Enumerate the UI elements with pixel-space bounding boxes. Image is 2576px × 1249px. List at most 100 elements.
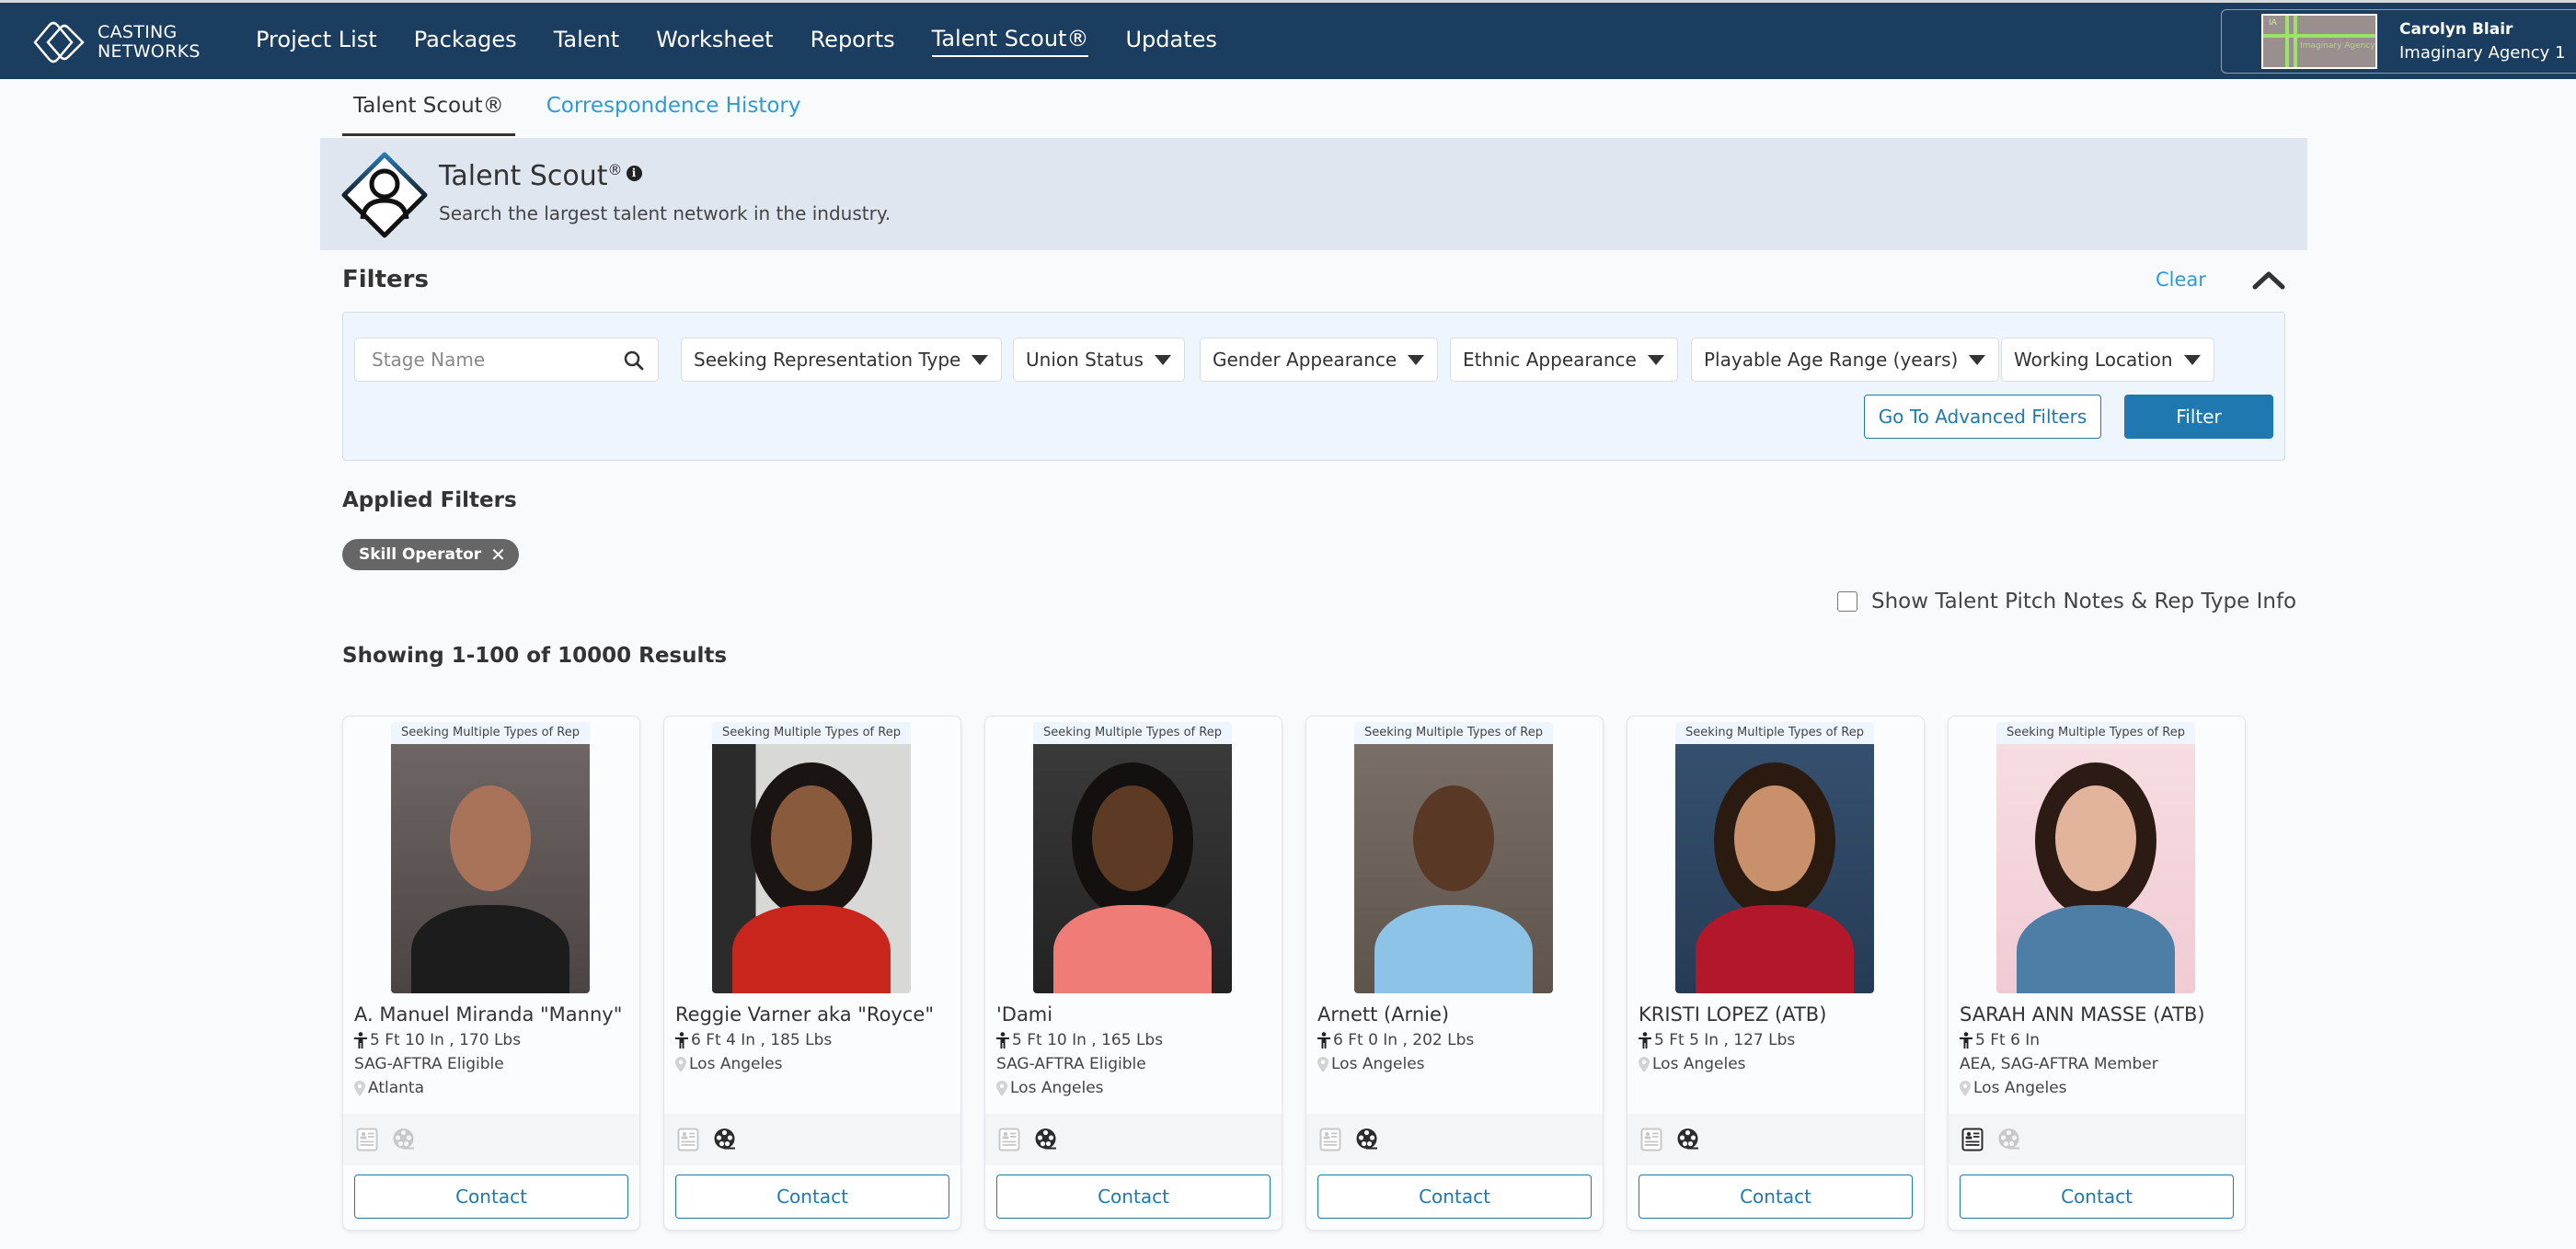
- working-location-dropdown[interactable]: Working Location: [2001, 338, 2214, 382]
- resume-icon: [677, 1128, 699, 1152]
- talent-headshot[interactable]: [391, 744, 590, 993]
- film-reel-icon[interactable]: [714, 1128, 736, 1152]
- talent-name[interactable]: KRISTI LOPEZ (ATB): [1639, 1003, 1916, 1026]
- talent-headshot[interactable]: [1354, 744, 1553, 993]
- casting-networks-logo[interactable]: CASTING NETWORKS: [31, 19, 201, 65]
- talent-location: Los Angeles: [1639, 1055, 1916, 1073]
- playable-age-range-dropdown[interactable]: Playable Age Range (years): [1691, 338, 2000, 382]
- info-icon[interactable]: i: [626, 166, 642, 181]
- close-icon[interactable]: ✕: [490, 544, 506, 566]
- chevron-up-icon[interactable]: [2250, 266, 2287, 293]
- seeking-representation-type-dropdown[interactable]: Seeking Representation Type: [681, 338, 1003, 382]
- nav-reports[interactable]: Reports: [811, 27, 895, 56]
- talent-photo-frame[interactable]: Seeking Multiple Types of Rep: [1354, 722, 1553, 993]
- talent-photo-frame[interactable]: Seeking Multiple Types of Rep: [1033, 722, 1232, 993]
- resume-icon: [356, 1128, 378, 1152]
- resume-icon: [1319, 1128, 1341, 1152]
- caret-down-icon: [1154, 354, 1171, 365]
- headshot-body: [1374, 905, 1533, 993]
- talent-card[interactable]: Seeking Multiple Types of Rep Arnett (Ar…: [1305, 716, 1604, 1231]
- talent-card[interactable]: Seeking Multiple Types of Rep KRISTI LOP…: [1627, 716, 1925, 1231]
- headshot-face: [1734, 785, 1815, 891]
- location-pin-icon: [1960, 1080, 1971, 1096]
- film-reel-icon[interactable]: [1356, 1128, 1378, 1152]
- resume-icon: [1640, 1128, 1662, 1152]
- media-bar: [1949, 1114, 2245, 1165]
- talent-name[interactable]: A. Manuel Miranda "Manny": [354, 1003, 632, 1026]
- talent-name[interactable]: Arnett (Arnie): [1317, 1003, 1595, 1026]
- film-reel-icon[interactable]: [1677, 1128, 1699, 1152]
- media-bar: [343, 1114, 639, 1165]
- contact-button[interactable]: Contact: [354, 1175, 628, 1219]
- clear-filters-link[interactable]: Clear: [2156, 269, 2206, 291]
- headshot-face: [2055, 785, 2136, 891]
- contact-button[interactable]: Contact: [1960, 1175, 2234, 1219]
- filter-button[interactable]: Filter: [2124, 395, 2273, 439]
- nav-updates[interactable]: Updates: [1125, 27, 1216, 56]
- person-icon: [1317, 1032, 1330, 1048]
- talent-location: Los Angeles: [1317, 1055, 1595, 1073]
- talent-photo-frame[interactable]: Seeking Multiple Types of Rep: [391, 722, 590, 993]
- talent-location: Los Angeles: [1960, 1079, 2237, 1097]
- dropdown-label: Working Location: [2014, 349, 2173, 371]
- talent-stats: 5 Ft 10 In , 170 Lbs: [354, 1031, 632, 1049]
- talent-headshot[interactable]: [1996, 744, 2195, 993]
- talent-name[interactable]: 'Dami: [996, 1003, 1274, 1026]
- stage-name-search[interactable]: [354, 338, 659, 382]
- nav-worksheet[interactable]: Worksheet: [656, 27, 773, 56]
- search-icon[interactable]: [623, 349, 645, 372]
- logo-line-1: CASTING: [98, 22, 178, 42]
- talent-location: Los Angeles: [996, 1079, 1274, 1097]
- union-status-dropdown[interactable]: Union Status: [1013, 338, 1185, 382]
- talent-name[interactable]: Reggie Varner aka "Royce": [675, 1003, 953, 1026]
- advanced-filters-button[interactable]: Go To Advanced Filters: [1864, 395, 2101, 439]
- page-title-text: Talent Scout: [439, 160, 608, 192]
- nav-packages[interactable]: Packages: [414, 27, 517, 56]
- talent-headshot[interactable]: [1033, 744, 1232, 993]
- talent-stats: 5 Ft 10 In , 165 Lbs: [996, 1031, 1274, 1049]
- registered-mark: ®: [607, 161, 623, 178]
- contact-button[interactable]: Contact: [675, 1175, 949, 1219]
- logo-line-2: NETWORKS: [98, 41, 201, 62]
- applied-filter-chip[interactable]: Skill Operator ✕: [342, 539, 519, 570]
- account-menu[interactable]: IA Imaginary Agency Carolyn Blair Imagin…: [2221, 9, 2576, 74]
- dropdown-label: Playable Age Range (years): [1704, 349, 1959, 371]
- pitch-notes-checkbox[interactable]: [1837, 591, 1857, 612]
- nav-project-list[interactable]: Project List: [256, 27, 377, 56]
- talent-location: Los Angeles: [675, 1055, 953, 1073]
- nav-talent[interactable]: Talent: [554, 27, 619, 56]
- gender-appearance-dropdown[interactable]: Gender Appearance: [1200, 338, 1439, 382]
- talent-headshot[interactable]: [712, 744, 911, 993]
- logo-diamond-icon: [33, 21, 85, 63]
- talent-photo-frame[interactable]: Seeking Multiple Types of Rep: [712, 722, 911, 993]
- rep-type-label: Seeking Multiple Types of Rep: [391, 722, 590, 744]
- talent-name[interactable]: SARAH ANN MASSE (ATB): [1960, 1003, 2237, 1026]
- talent-card[interactable]: Seeking Multiple Types of Rep 'Dami 5 Ft…: [984, 716, 1282, 1231]
- talent-card[interactable]: Seeking Multiple Types of Rep SARAH ANN …: [1948, 716, 2246, 1231]
- talent-headshot[interactable]: [1675, 744, 1874, 993]
- talent-photo-frame[interactable]: Seeking Multiple Types of Rep: [1996, 722, 2195, 993]
- headshot-body: [411, 905, 569, 993]
- contact-button[interactable]: Contact: [1317, 1175, 1592, 1219]
- agency-logo-initials: IA: [2269, 18, 2277, 28]
- pitch-notes-label: Show Talent Pitch Notes & Rep Type Info: [1871, 590, 2297, 613]
- pitch-notes-toggle[interactable]: Show Talent Pitch Notes & Rep Type Info: [1837, 590, 2296, 613]
- media-bar: [985, 1114, 1282, 1165]
- contact-button[interactable]: Contact: [1639, 1175, 1913, 1219]
- talent-photo-frame[interactable]: Seeking Multiple Types of Rep: [1675, 722, 1874, 993]
- tab-talent-scout[interactable]: Talent Scout®: [342, 88, 515, 136]
- talent-card[interactable]: Seeking Multiple Types of Rep Reggie Var…: [663, 716, 961, 1231]
- contact-button[interactable]: Contact: [996, 1175, 1271, 1219]
- stage-name-input[interactable]: [355, 349, 604, 371]
- ethnic-appearance-dropdown[interactable]: Ethnic Appearance: [1450, 338, 1678, 382]
- talent-stats: 5 Ft 5 In , 127 Lbs: [1639, 1031, 1916, 1049]
- page-title: Talent Scout® i: [439, 160, 642, 192]
- talent-card[interactable]: Seeking Multiple Types of Rep A. Manuel …: [342, 716, 640, 1231]
- resume-icon[interactable]: [1961, 1128, 1984, 1152]
- film-reel-icon[interactable]: [1035, 1128, 1057, 1152]
- headshot-face: [1413, 785, 1494, 891]
- talent-union: SAG-AFTRA Eligible: [354, 1055, 504, 1073]
- nav-talent-scout[interactable]: Talent Scout®: [931, 26, 1089, 57]
- talent-location: Atlanta: [354, 1079, 632, 1097]
- tab-correspondence-history[interactable]: Correspondence History: [535, 88, 812, 136]
